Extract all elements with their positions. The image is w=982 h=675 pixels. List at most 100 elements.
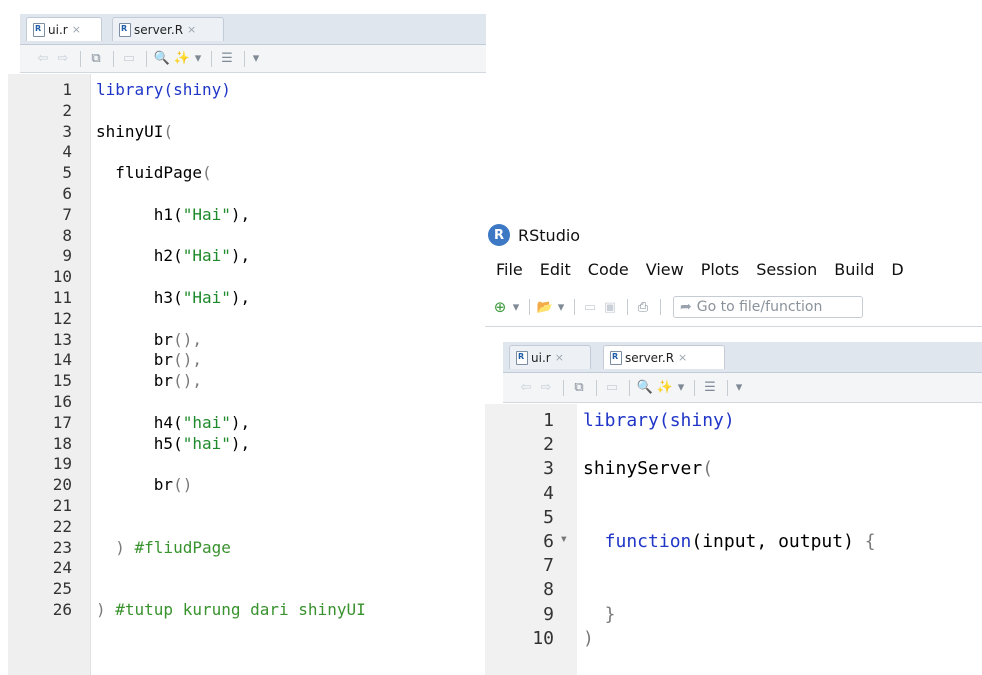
back-icon[interactable]: ⇦ (517, 379, 535, 397)
forward-icon[interactable]: ⇨ (54, 50, 72, 68)
chevron-down-icon[interactable]: ▾ (734, 379, 744, 397)
line-number: 3 (543, 458, 554, 480)
code-line: br(), (96, 371, 202, 390)
r-file-icon (610, 350, 622, 365)
code-line: function(input, output) { (583, 531, 876, 552)
chevron-down-icon[interactable]: ▾ (511, 298, 521, 316)
search-icon[interactable]: 🔍 (153, 50, 171, 68)
line-number: 7 (62, 204, 72, 224)
magic-wand-icon[interactable]: ✨ (656, 379, 674, 397)
code-token: ), (230, 433, 251, 453)
code-token: function (583, 531, 692, 552)
toolbar-divider (694, 379, 695, 396)
outline-icon[interactable]: ☰ (218, 50, 236, 68)
toolbar-divider (563, 379, 564, 396)
right-editor-toolbar: ⇦ ⇨ ⧉ ▭ 🔍 ✨ ▾ ☰ ▾ (503, 373, 982, 403)
line-number: 3 (62, 121, 72, 141)
code-token: shinyServer (583, 458, 703, 480)
go-to-file-input[interactable]: ➦ Go to file/function (673, 296, 863, 318)
goto-arrow-icon: ➦ (680, 299, 692, 315)
code-token: "hai" (182, 412, 231, 432)
tab-server-r[interactable]: server.R × (603, 345, 725, 369)
code-token: (), (173, 371, 202, 391)
save-icon[interactable]: ▭ (603, 379, 621, 397)
save-icon[interactable]: ▭ (581, 298, 599, 316)
show-in-window-icon[interactable]: ⧉ (570, 379, 588, 397)
code-token: #fliudPage (134, 537, 231, 557)
code-token: ) (96, 537, 135, 557)
outline-icon[interactable]: ☰ (701, 379, 719, 397)
line-number: 10 (52, 267, 72, 287)
menu-item-plots[interactable]: Plots (701, 260, 740, 279)
code-token: { (864, 531, 876, 552)
magic-wand-icon[interactable]: ✨ (173, 50, 191, 68)
line-number: 10 (532, 627, 554, 649)
close-tab-icon[interactable]: × (187, 23, 196, 36)
close-tab-icon[interactable]: × (555, 351, 564, 364)
line-number: 24 (52, 558, 72, 578)
title-bar: R RStudio (485, 218, 982, 252)
menu-item-edit[interactable]: Edit (540, 260, 571, 279)
toolbar-divider (146, 50, 147, 67)
line-number: 22 (52, 516, 72, 536)
close-tab-icon[interactable]: × (72, 23, 81, 36)
chevron-down-icon[interactable]: ▾ (676, 379, 686, 397)
fold-toggle-icon[interactable]: ▾ (560, 531, 568, 547)
code-token: library (96, 80, 164, 99)
chevron-down-icon[interactable]: ▾ (556, 298, 566, 316)
tab-ui-r[interactable]: ui.r × (26, 17, 102, 41)
code-token: "hai" (182, 433, 231, 453)
code-line: h5("hai"), (96, 434, 250, 453)
tab-server-r[interactable]: server.R × (112, 17, 224, 41)
tab-label: ui.r (531, 350, 551, 365)
line-number: 16 (52, 392, 72, 411)
toolbar-divider (727, 379, 728, 396)
code-token: #tutup kurung dari shinyUI (115, 600, 366, 619)
code-line: } (583, 604, 616, 625)
code-line: h3("Hai"), (96, 288, 250, 307)
code-line: ) #fliudPage (96, 538, 231, 557)
show-in-window-icon[interactable]: ⧉ (87, 50, 105, 68)
right-tab-bar: ui.r × server.R × (503, 342, 982, 373)
line-number: 15 (52, 371, 72, 391)
chevron-down-icon[interactable]: ▾ (251, 50, 261, 68)
line-number: 5 (543, 506, 554, 528)
code-token: h2( (96, 246, 183, 266)
code-token: ) (96, 600, 116, 619)
tab-ui-r[interactable]: ui.r × (509, 345, 591, 369)
line-number: 6 (62, 184, 72, 203)
code-token: "Hai" (182, 246, 231, 266)
line-number: 4 (543, 482, 554, 504)
line-number: 1 (543, 410, 554, 431)
open-folder-icon[interactable]: 📂 (536, 298, 554, 316)
code-area[interactable]: 1 library(shiny) 2 3 shinyUI(4 5 fluidPage(6 7… (0, 74, 486, 675)
line-number: 9 (543, 603, 554, 625)
left-editor-pane: ui.r × server.R × ⇦ ⇨ ⧉ ▭ 🔍 ✨ ▾ ☰ ▾ 1 lib… (0, 0, 486, 675)
go-to-file-placeholder: Go to file/function (696, 299, 823, 315)
code-token: (shiny) (163, 80, 231, 99)
menu-item-d[interactable]: D (891, 260, 903, 279)
code-line: ) (583, 628, 594, 649)
chevron-down-icon[interactable]: ▾ (193, 50, 203, 68)
toolbar-divider (113, 50, 114, 67)
code-token: br (96, 371, 174, 391)
save-icon[interactable]: ▭ (120, 50, 138, 68)
print-icon[interactable]: ⎙ (634, 298, 652, 316)
save-all-icon[interactable]: ▣ (601, 298, 619, 316)
code-line: br() (96, 475, 193, 494)
menu-item-code[interactable]: Code (588, 260, 629, 279)
new-file-icon[interactable]: ⊕ (491, 298, 509, 316)
forward-icon[interactable]: ⇨ (537, 379, 555, 397)
code-token: ), (230, 412, 251, 432)
line-number: 12 (52, 308, 72, 328)
code-token: ( (163, 121, 174, 141)
menu-item-view[interactable]: View (646, 260, 684, 279)
close-tab-icon[interactable]: × (678, 351, 687, 364)
menu-item-session[interactable]: Session (756, 260, 817, 279)
menu-item-file[interactable]: File (496, 260, 523, 279)
code-area[interactable]: 1 library(shiny) 2 3 shinyServer(4 5 6 ▾ functi… (485, 404, 982, 675)
toolbar-divider (627, 299, 628, 315)
search-icon[interactable]: 🔍 (636, 379, 654, 397)
menu-item-build[interactable]: Build (834, 260, 874, 279)
back-icon[interactable]: ⇦ (34, 50, 52, 68)
